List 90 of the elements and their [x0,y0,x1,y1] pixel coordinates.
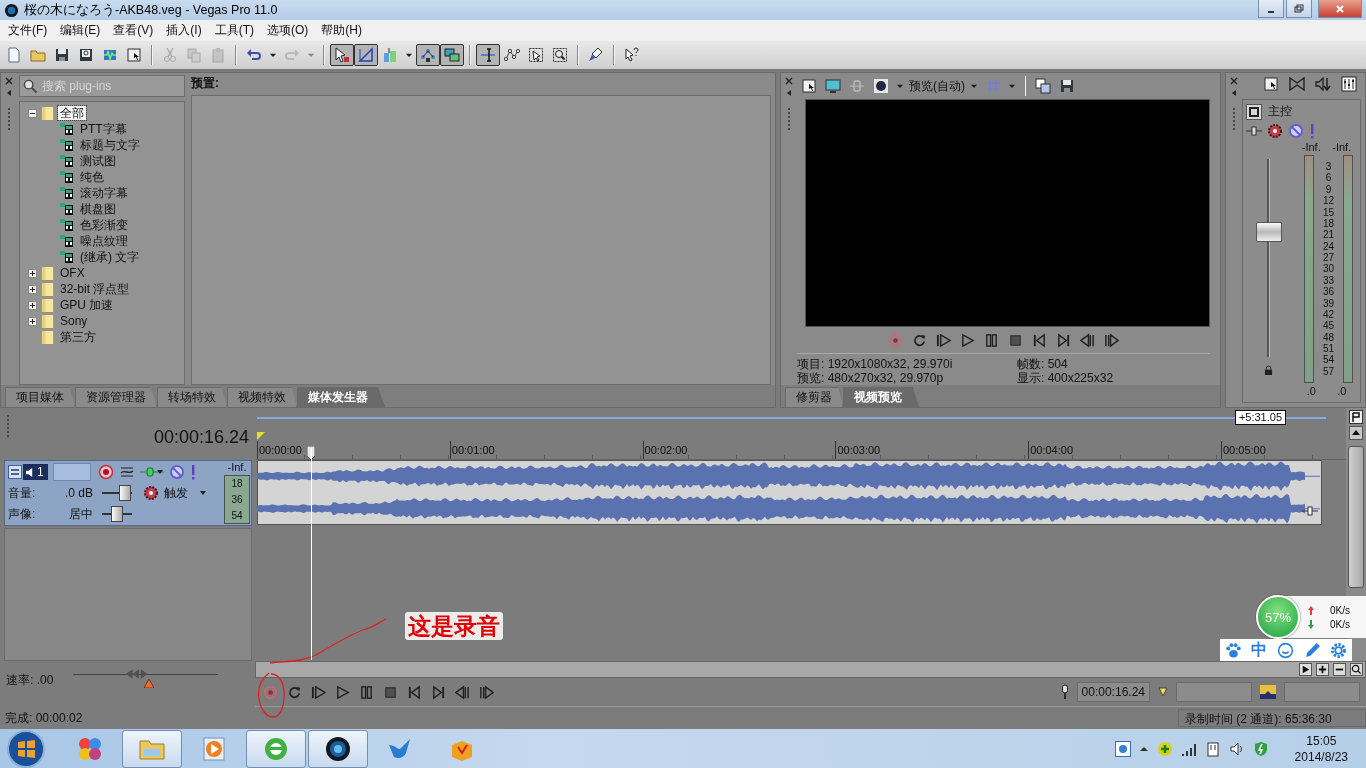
ruler-label: 00:01:00 [449,440,643,459]
record-time-status: 录制时间 (2 通道): 65:36:30 [1178,709,1366,727]
ruler-label: 00:05:00 [1221,440,1270,459]
meter-scale-label: 54 [231,509,243,521]
meter-scale-label: 30 [1322,263,1335,275]
menu-item[interactable]: 工具(T) [208,22,260,39]
meter-scale-label: 51 [1322,343,1335,354]
menu-item[interactable]: 文件(F) [2,22,54,39]
tree-item[interactable]: 标题与文字 [78,138,142,152]
peak-reading: -Inf. [1301,141,1321,153]
volume-value: .0 dB [63,486,93,500]
tree-item[interactable]: 测试图 [78,154,118,168]
tree-item[interactable]: 噪点纹理 [78,234,130,248]
meter-scale-label: 36 [231,494,243,505]
menu-item[interactable]: 插入(I) [160,22,208,39]
track-number-text: 1 [37,465,44,479]
presets-label: 预置: [191,75,220,92]
tree-item[interactable]: OFX [58,266,87,280]
tab[interactable]: 修剪器 [785,387,843,407]
meter-scale-label: 42 [1322,308,1335,320]
menu-item[interactable]: 查看(V) [107,22,160,39]
tab[interactable]: 媒体发生器 [297,387,385,407]
tab[interactable]: 项目媒体 [5,387,75,407]
region-length: +5:31.05 [1234,410,1286,425]
window-title: 桜の木になろう-AKB48.veg - Vegas Pro 11.0 [24,1,278,19]
tab[interactable]: 视频特效 [227,387,297,407]
meter-scale-label: 36 [1322,286,1335,298]
search-field[interactable]: 搜索 plug-ins [19,75,185,97]
tree-item[interactable]: (继承) 文字 [78,250,142,264]
status-text: 完成: 00:00:02 [5,709,83,727]
pan-value: 居中 [68,505,93,523]
tab[interactable]: 资源管理器 [75,387,157,407]
meter-scale-label: 15 [1322,206,1335,218]
ruler-label: 00:04:00 [1028,440,1221,459]
cursor-time: 00:00:16.24 [153,427,249,448]
volume-label: 音量: [8,484,37,502]
input-mode[interactable]: 中 [1251,639,1268,661]
ruler-label: 00:02:00 [642,440,836,459]
tree-item[interactable]: 棋盘图 [78,202,118,216]
meter-scale-label: 3 [1325,161,1332,172]
tree-item[interactable]: 色彩渐变 [78,218,130,232]
pan-label: 声像: [8,505,37,523]
preview-quality[interactable]: 预览(自动) [907,77,967,95]
meter-scale-label: 18 [231,478,243,490]
cursor-time-field[interactable]: 00:00:16.24 [1076,682,1150,702]
rate-label: 速率: .00 [6,671,54,689]
ruler-label: 00:03:00 [835,440,1029,459]
search-input[interactable]: 搜索 plug-ins [38,78,174,94]
meter-scale-label: 57 [1322,365,1335,377]
meter-scale-label: 6 [1325,172,1332,184]
tab[interactable]: 视频预览 [843,387,919,407]
clock-date: 2014/8/23 [1294,749,1348,765]
tree-item[interactable]: 全部 [58,106,86,120]
meter-scale-label: 12 [1322,195,1335,207]
meter-scale-label: 21 [1322,229,1335,241]
info-text: 帧数: 504 [1017,357,1069,371]
clock[interactable]: 15:05 2014/8/23 [1294,733,1348,765]
peak-reading: -Inf. [1332,141,1352,153]
menu-item[interactable]: 编辑(E) [54,22,107,39]
meter-scale-label: 39 [1322,297,1335,309]
clock-time: 15:05 [1306,733,1337,749]
info-text: 项目: 1920x1080x32, 29.970i [797,357,954,371]
meter-scale-label: 9 [1325,183,1332,195]
tree-item[interactable]: 纯色 [78,170,106,184]
menu-item[interactable]: 选项(O) [261,22,315,39]
tree-item[interactable]: GPU 加速 [58,298,116,312]
upload-speed: 0K/s [1330,604,1350,616]
meter-scale-label: 18 [1322,217,1335,229]
annotation-text: 这是录音 [405,612,503,640]
level-reading: .0 [1306,385,1316,397]
meter-scale-label: 27 [1322,252,1335,263]
info-text: 显示: 400x225x32 [1017,371,1115,385]
tab[interactable]: 转场特效 [157,387,227,407]
menu-item[interactable]: 帮助(H) [315,22,368,39]
master-title: 主控 [1268,103,1292,120]
level-reading: .0 [1337,385,1347,397]
meter-scale-label: 24 [1322,240,1335,252]
tree-item[interactable]: 第三方 [58,330,98,344]
meter-scale-label: 45 [1322,320,1335,332]
tree-item[interactable]: 32-bit 浮点型 [58,282,132,296]
peak-reading: -Inf. [227,461,247,475]
tree-item[interactable]: Sony [58,314,90,328]
meter-scale-label: 54 [1322,354,1335,366]
download-speed: 0K/s [1330,618,1350,630]
tree-item[interactable]: PTT字幕 [78,122,129,136]
meter-scale-label: 48 [1322,331,1335,343]
meter-scale-label: 33 [1322,274,1335,286]
tree-item[interactable]: 滚动字幕 [78,186,130,200]
info-text: 预览: 480x270x32, 29.970p [797,371,945,385]
automation-mode[interactable]: 触发 [164,484,188,502]
